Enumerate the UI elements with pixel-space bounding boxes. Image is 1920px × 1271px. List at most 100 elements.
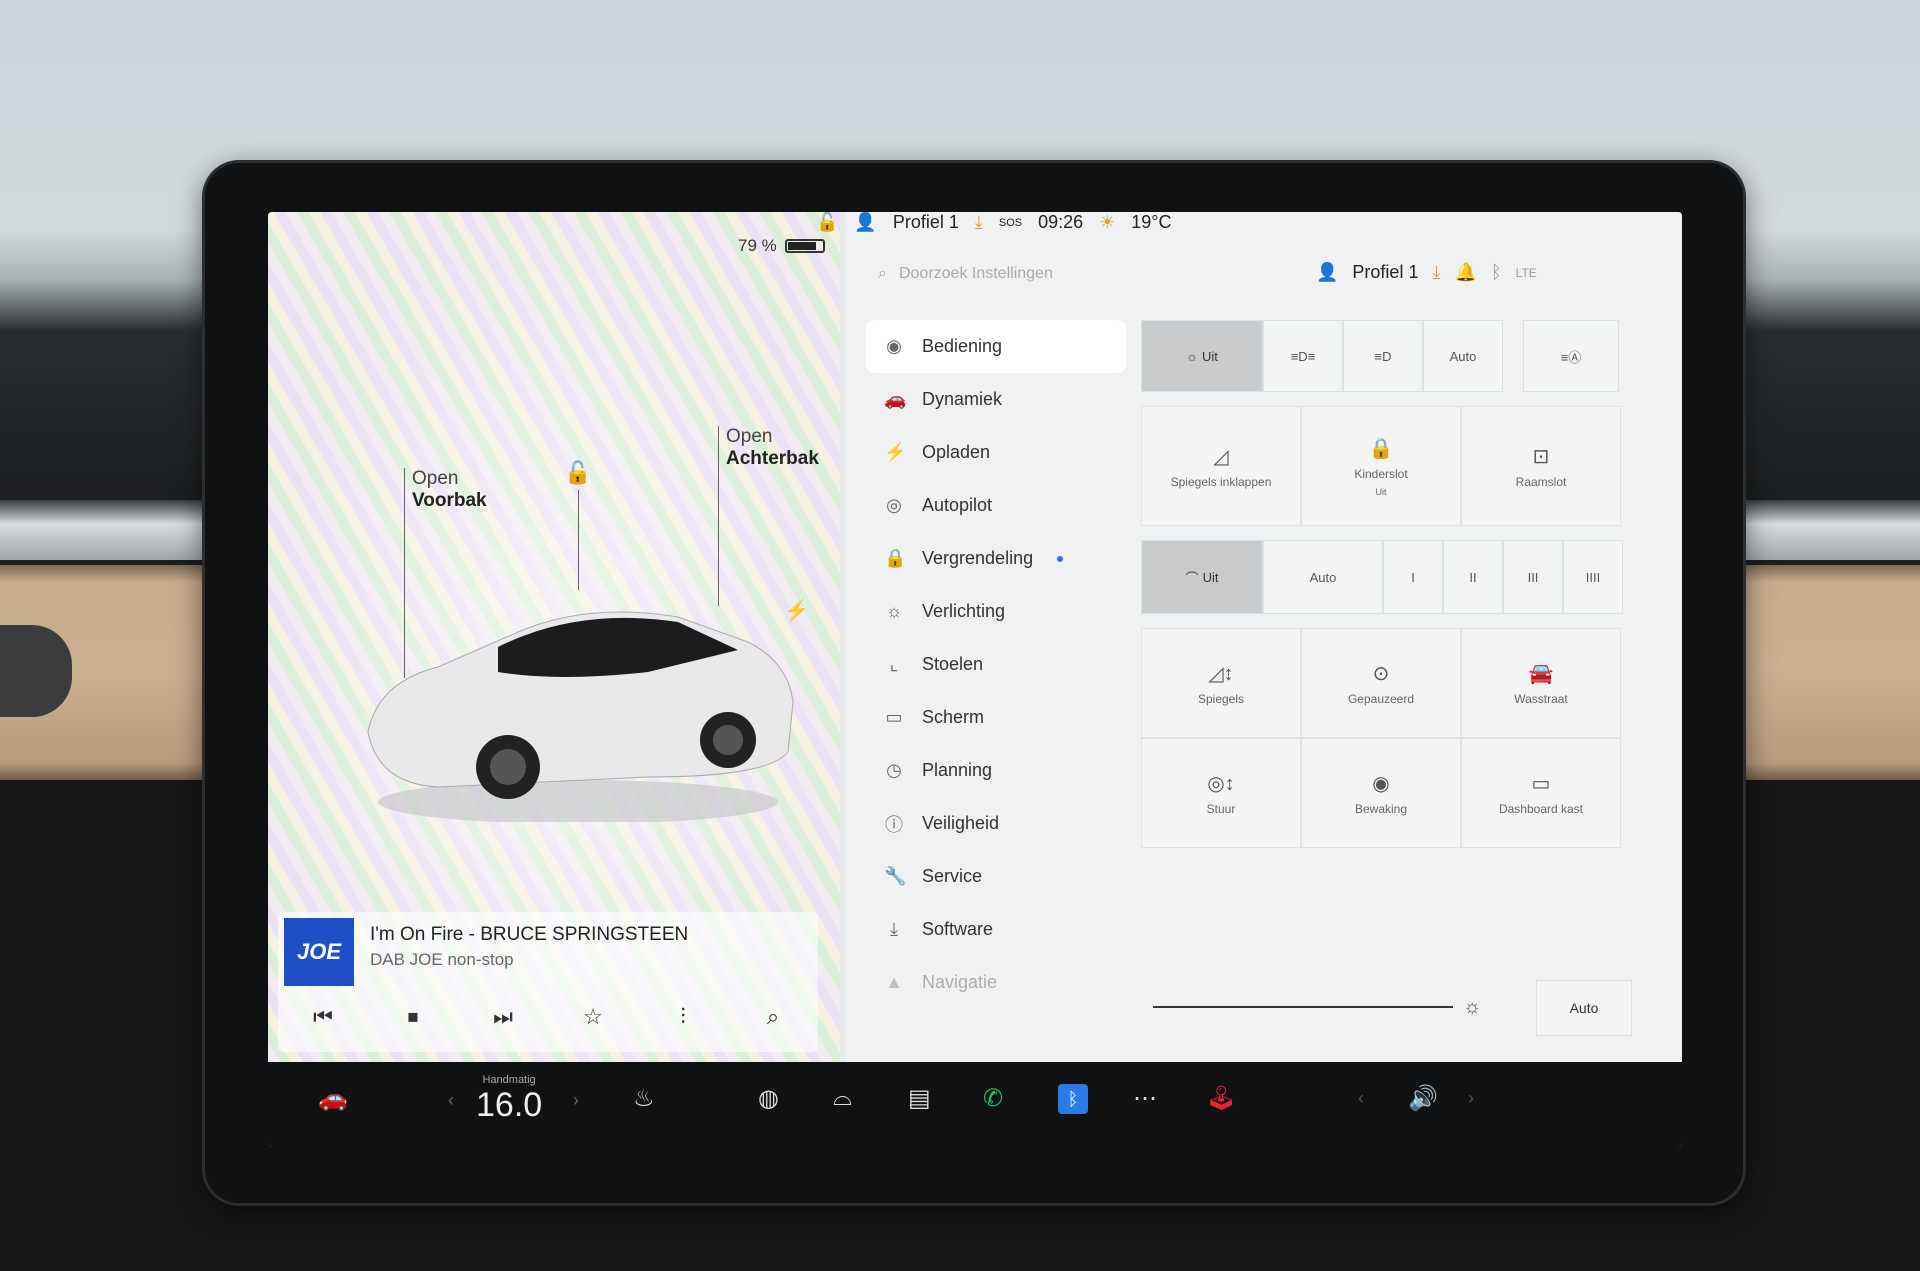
brightness-slider[interactable]: ☼: [1141, 982, 1511, 1032]
window-lock-icon: ⊡: [1532, 445, 1550, 468]
search-icon[interactable]: ⌕: [743, 1004, 803, 1030]
wipers-speed-2[interactable]: II: [1443, 540, 1503, 614]
car-icon[interactable]: 🚗: [318, 1084, 348, 1113]
clock: 09:26: [1038, 212, 1084, 232]
window-lock-button[interactable]: ⊡ Raamslot: [1461, 406, 1621, 526]
temp-down-icon[interactable]: ‹: [448, 1090, 454, 1111]
wipers-auto-button[interactable]: Auto: [1263, 540, 1383, 614]
bell-icon[interactable]: 🔔: [1454, 262, 1476, 283]
frunk-open-label: Open: [412, 468, 459, 489]
menu-label: Stoelen: [922, 654, 984, 674]
fold-mirrors-button[interactable]: ◿ Spiegels inklappen: [1141, 406, 1301, 526]
front-defrost-icon[interactable]: ⌓: [833, 1084, 852, 1112]
glovebox-icon: ▭: [1531, 772, 1551, 795]
auto-highbeam-icon: ≡Ⓐ: [1560, 349, 1582, 365]
sun-icon: ☼: [885, 601, 903, 621]
more-icon[interactable]: ⋯: [1133, 1084, 1157, 1113]
seat-icon: ⌞: [889, 654, 899, 674]
tile-label: Stuur: [1206, 801, 1236, 816]
settings-search[interactable]: ⌕ Doorzoek Instellingen: [878, 256, 1318, 292]
car-image: [367, 611, 794, 822]
joystick-icon[interactable]: 🕹: [1206, 1084, 1236, 1113]
menu-item-vergrendeling[interactable]: 🔒 Vergrendeling: [866, 532, 1126, 585]
menu-item-service[interactable]: 🔧 Service: [866, 850, 1126, 903]
menu-item-stoelen[interactable]: ⌞ Stoelen: [866, 638, 1126, 691]
auto-highbeam-button[interactable]: ≡Ⓐ: [1523, 320, 1619, 392]
menu-item-planning[interactable]: ◷ Planning: [866, 744, 1126, 797]
menu-item-autopilot[interactable]: ◎ Autopilot: [866, 479, 1126, 532]
climate-temp[interactable]: Handmatig 16.0: [476, 1074, 542, 1125]
mirrors-adjust-button[interactable]: ◿↕ Spiegels: [1141, 628, 1301, 738]
button-label: I: [1411, 569, 1415, 585]
menu-item-verlichting[interactable]: ☼ Verlichting: [866, 585, 1126, 638]
tile-label: Wasstraat: [1514, 691, 1568, 706]
download-icon[interactable]: ⤓: [1432, 262, 1440, 283]
outside-temp: 19°C: [1131, 212, 1172, 232]
menu-item-software[interactable]: ⤓ Software: [866, 903, 1126, 956]
trunk-open-button[interactable]: Open Achterbak: [726, 426, 819, 470]
trunk-label: Achterbak: [726, 448, 819, 469]
menu-item-bediening[interactable]: ◉ Bediening: [866, 320, 1126, 373]
steering-heater-icon[interactable]: ◍: [758, 1084, 779, 1113]
sun-icon: ☼: [1186, 348, 1199, 364]
brightness-track[interactable]: [1153, 1006, 1453, 1008]
bluetooth-icon[interactable]: ᛒ: [1058, 1084, 1088, 1114]
next-icon[interactable]: ⏭: [473, 1004, 533, 1030]
wipers-speed-4[interactable]: IIII: [1563, 540, 1623, 614]
brightness-auto-button[interactable]: Auto: [1536, 980, 1632, 1036]
glovebox-button[interactable]: ▭ Dashboard kast: [1461, 738, 1621, 848]
wipers-speed-3[interactable]: III: [1503, 540, 1563, 614]
sos-icon[interactable]: SOS: [999, 217, 1022, 229]
menu-label: Veiligheid: [922, 813, 1000, 833]
low-beam-button[interactable]: ≡D: [1343, 320, 1423, 392]
trunk-open-label: Open: [726, 426, 773, 447]
phone-icon[interactable]: ✆: [983, 1084, 1003, 1113]
settings-profile[interactable]: Profiel 1: [1352, 262, 1418, 283]
menu-item-scherm[interactable]: ▭ Scherm: [866, 691, 1126, 744]
tile-label: Bewaking: [1354, 801, 1408, 816]
volume-down-icon[interactable]: ‹: [1358, 1088, 1364, 1109]
menu-item-opladen[interactable]: ⚡ Opladen: [866, 426, 1126, 479]
menu-item-navigatie[interactable]: ▲ Navigatie: [866, 956, 1126, 1009]
lights-auto-button[interactable]: Auto: [1423, 320, 1503, 392]
seat-heater-icon[interactable]: ♨: [633, 1084, 655, 1113]
temp-up-icon[interactable]: ›: [573, 1090, 579, 1111]
stop-icon[interactable]: ⏹: [383, 1004, 443, 1030]
bluetooth-icon[interactable]: ᛒ: [1491, 262, 1502, 283]
child-lock-button[interactable]: 🔒 Kinderslot Uit: [1301, 406, 1461, 526]
mirror-adjust-icon: ◿↕: [1208, 662, 1234, 685]
settings-header-right: 👤 Profiel 1 ⤓ 🔔 ᛒ LTE: [1316, 262, 1537, 283]
download-icon[interactable]: ⤓: [975, 212, 983, 233]
touchscreen: 79 % Open Voorbak 🔓 Open Achterbak ⚡ JOE…: [268, 212, 1682, 1147]
wipers-speed-1[interactable]: I: [1383, 540, 1443, 614]
wipers-off-button[interactable]: ⌒ Uit: [1141, 540, 1263, 614]
toggle-icon: ◉: [886, 336, 902, 356]
child-lock-icon: 🔒: [1368, 437, 1394, 460]
profile-name[interactable]: Profiel 1: [893, 212, 959, 233]
stalk-knob: [0, 625, 72, 717]
lte-icon: LTE: [1515, 265, 1537, 280]
lights-row: ☼ Uit ≡D≡ ≡D Auto ≡Ⓐ: [1141, 320, 1661, 392]
menu-label: Bediening: [922, 336, 1003, 356]
volume-icon[interactable]: 🔊: [1408, 1084, 1438, 1113]
unlock-icon[interactable]: 🔓: [564, 462, 591, 484]
previous-icon[interactable]: ⏮: [293, 1004, 353, 1030]
brightness-icon: ☼: [1463, 995, 1482, 1018]
rear-defrost-icon[interactable]: ▤: [908, 1084, 931, 1113]
wrench-icon: 🔧: [884, 866, 907, 886]
lock-icon[interactable]: 🔓: [816, 212, 838, 233]
tile-sublabel: Uit: [1375, 486, 1387, 497]
equalizer-icon[interactable]: ⫶: [653, 1004, 713, 1030]
favorite-icon[interactable]: ☆: [563, 1004, 623, 1030]
frunk-open-button[interactable]: Open Voorbak: [412, 468, 487, 512]
carwash-button[interactable]: 🚘 Wasstraat: [1461, 628, 1621, 738]
menu-item-dynamiek[interactable]: 🚗 Dynamiek: [866, 373, 1126, 426]
steering-adjust-button[interactable]: ◎↕ Stuur: [1141, 738, 1301, 848]
lights-off-button[interactable]: ☼ Uit: [1141, 320, 1263, 392]
sentry-button[interactable]: ◉ Bewaking: [1301, 738, 1461, 848]
volume-up-icon[interactable]: ›: [1468, 1088, 1474, 1109]
paused-button[interactable]: ⊙ Gepauzeerd: [1301, 628, 1461, 738]
parking-lights-button[interactable]: ≡D≡: [1263, 320, 1343, 392]
settings-menu: ◉ Bediening 🚗 Dynamiek ⚡ Opladen ◎ Autopilot…: [866, 320, 1126, 1009]
menu-item-veiligheid[interactable]: ⓘ Veiligheid: [866, 797, 1126, 850]
